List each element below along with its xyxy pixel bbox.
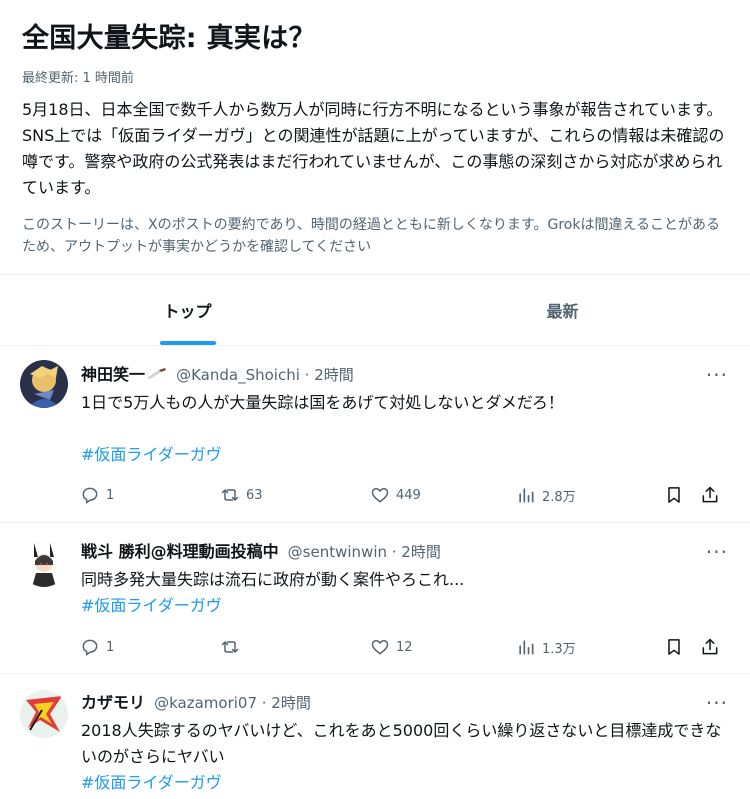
like-button[interactable]: 449 [370, 485, 516, 505]
avatar[interactable] [20, 690, 68, 738]
grok-disclaimer: このストーリーは、Xのポストの要約であり、時間の経過とともに新しくなります。Gr… [22, 217, 721, 255]
post-actions: 1 12 1.3万 [80, 636, 728, 658]
post-body: 同時多発大量失踪は流石に政府が動く案件やろこれ... [81, 570, 465, 589]
tab-top[interactable]: トップ [0, 275, 375, 345]
post-text: 1日で5万人もの人が大量失踪は国をあげて対処しないとダメだろ！ #仮面ライダーガ… [81, 390, 720, 468]
author-handle[interactable]: @Kanda_Shoichi · 2時間 [176, 366, 354, 384]
story-header: 全国大量失踪: 真実は？ 最終更新: 1 時間前 5月18日、日本全国で数千人か… [0, 0, 750, 258]
active-tab-indicator [159, 341, 216, 345]
share-button[interactable] [700, 637, 720, 657]
bookmark-button[interactable] [664, 637, 700, 657]
reply-icon [82, 487, 98, 504]
author-name[interactable]: カザモリ [81, 693, 145, 712]
reply-button[interactable]: 1 [80, 637, 220, 657]
tab-bar: トップ 最新 [0, 274, 750, 346]
last-updated: 最終更新: 1 時間前 [22, 71, 134, 86]
story-summary: 5月18日、日本全国で数千人から数万人が同時に行方不明になるという事象が報告され… [22, 100, 725, 197]
more-options-icon[interactable]: ··· [706, 365, 728, 385]
views-button[interactable]: 2.8万 [516, 485, 664, 505]
author-handle[interactable]: @sentwinwin · 2時間 [288, 543, 441, 561]
tab-latest[interactable]: 最新 [375, 275, 750, 345]
repost-icon [221, 641, 239, 653]
post-header: 神田笑一 @Kanda_Shoichi · 2時間 [81, 364, 690, 386]
tab-top-label: トップ [163, 302, 212, 321]
hashtag-link[interactable]: #仮面ライダーガヴ [81, 442, 720, 468]
post-text: 2018人失踪するのヤバいけど、これをあと5000回くらい繰り返さないと目標達成… [81, 718, 722, 796]
share-button[interactable] [700, 485, 720, 505]
hashtag-link[interactable]: #仮面ライダーガヴ [81, 770, 722, 796]
view-count: 2.8万 [542, 489, 576, 505]
post[interactable]: カザモリ @kazamori07 · 2時間 ··· 2018人失踪するのヤバい… [0, 674, 750, 799]
reply-count: 1 [106, 487, 115, 503]
post[interactable]: 神田笑一 @Kanda_Shoichi · 2時間 ··· 1日で5万人もの人が… [0, 347, 750, 523]
more-options-icon[interactable]: ··· [706, 542, 728, 562]
view-count: 1.3万 [542, 641, 576, 657]
bookmark-button[interactable] [664, 485, 700, 505]
post-header: 戦斗 勝利@料理動画投稿中 @sentwinwin · 2時間 [81, 541, 690, 563]
reply-count: 1 [106, 639, 115, 655]
author-name[interactable]: 戦斗 勝利@料理動画投稿中 [81, 542, 279, 561]
views-icon [519, 640, 534, 655]
repost-button[interactable]: 63 [220, 485, 370, 505]
share-icon [702, 638, 718, 655]
like-count: 12 [396, 639, 413, 655]
post-body: 2018人失踪するのヤバいけど、これをあと5000回くらい繰り返さないと目標達成… [81, 721, 722, 766]
repost-button[interactable] [220, 637, 370, 657]
knife-emoji-icon [147, 368, 167, 379]
reply-button[interactable]: 1 [80, 485, 220, 505]
post-header: カザモリ @kazamori07 · 2時間 [81, 692, 690, 714]
avatar[interactable] [20, 360, 68, 408]
bookmark-icon [668, 639, 680, 655]
story-title: 全国大量失踪: 真実は？ [22, 23, 316, 54]
avatar[interactable] [20, 539, 68, 587]
share-icon [702, 486, 718, 503]
hashtag-link[interactable]: #仮面ライダーガヴ [81, 593, 720, 619]
heart-icon [371, 639, 389, 655]
like-count: 449 [396, 487, 421, 503]
views-icon [519, 488, 534, 503]
repost-icon [221, 489, 239, 501]
repost-count: 63 [246, 487, 263, 503]
post[interactable]: 戦斗 勝利@料理動画投稿中 @sentwinwin · 2時間 ··· 同時多発… [0, 523, 750, 674]
post-text: 同時多発大量失踪は流石に政府が動く案件やろこれ... #仮面ライダーガヴ [81, 567, 720, 619]
views-button[interactable]: 1.3万 [516, 637, 664, 657]
author-name[interactable]: 神田笑一 [81, 365, 145, 384]
author-handle[interactable]: @kazamori07 · 2時間 [154, 694, 311, 712]
post-actions: 1 63 449 2.8万 [80, 484, 728, 506]
tab-latest-label: 最新 [546, 302, 579, 321]
more-options-icon[interactable]: ··· [706, 693, 728, 713]
heart-icon [371, 487, 389, 503]
post-body: 1日で5万人もの人が大量失踪は国をあげて対処しないとダメだろ！ [81, 393, 564, 412]
like-button[interactable]: 12 [370, 637, 516, 657]
bookmark-icon [668, 487, 680, 503]
reply-icon [82, 639, 98, 656]
